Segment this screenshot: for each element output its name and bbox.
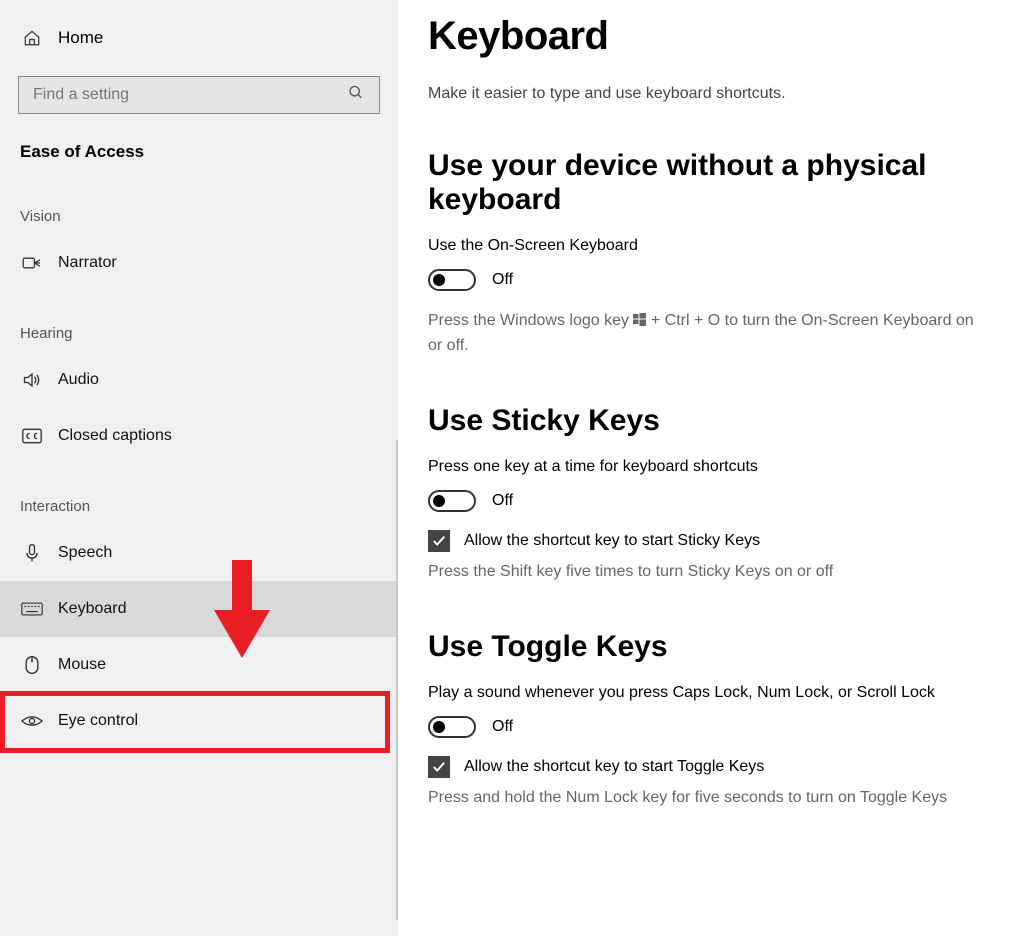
section-heading-sticky: Use Sticky Keys xyxy=(428,404,986,438)
osk-label: Use the On-Screen Keyboard xyxy=(428,237,986,255)
toggle-keys-toggle-state: Off xyxy=(492,718,513,736)
toggle-keys-check-label: Allow the shortcut key to start Toggle K… xyxy=(464,758,764,776)
sidebar-item-label: Speech xyxy=(58,544,112,562)
sticky-hint: Press the Shift key five times to turn S… xyxy=(428,560,978,584)
settings-main: Keyboard Make it easier to type and use … xyxy=(398,0,1016,936)
category-title: Ease of Access xyxy=(0,132,398,174)
sidebar-item-eye-control[interactable]: Eye control xyxy=(0,693,398,749)
search-input[interactable] xyxy=(18,76,380,114)
sidebar-item-mouse[interactable]: Mouse xyxy=(0,637,398,693)
section-heading-osk: Use your device without a physical keybo… xyxy=(428,149,986,217)
home-icon xyxy=(20,29,44,47)
toggle-keys-toggle[interactable] xyxy=(428,716,476,738)
section-osk: Use your device without a physical keybo… xyxy=(428,149,986,358)
nav-home[interactable]: Home xyxy=(0,18,398,58)
sticky-toggle-state: Off xyxy=(492,492,513,510)
sidebar-item-label: Narrator xyxy=(58,254,117,272)
audio-icon xyxy=(20,371,44,389)
mouse-icon xyxy=(20,655,44,675)
nav-home-label: Home xyxy=(58,28,103,48)
page-lead: Make it easier to type and use keyboard … xyxy=(428,85,986,103)
osk-toggle[interactable] xyxy=(428,269,476,291)
sidebar-item-label: Closed captions xyxy=(58,427,172,445)
section-toggle-keys: Use Toggle Keys Play a sound whenever yo… xyxy=(428,630,986,810)
settings-sidebar: Home Ease of Access Vision Narrator Hear… xyxy=(0,0,398,936)
sidebar-item-audio[interactable]: Audio xyxy=(0,352,398,408)
narrator-icon xyxy=(20,255,44,271)
windows-key-icon xyxy=(633,310,646,334)
sidebar-item-keyboard[interactable]: Keyboard xyxy=(0,581,398,637)
speech-icon xyxy=(20,543,44,563)
sidebar-item-speech[interactable]: Speech xyxy=(0,525,398,581)
sidebar-item-narrator[interactable]: Narrator xyxy=(0,235,398,291)
sticky-check-label: Allow the shortcut key to start Sticky K… xyxy=(464,532,760,550)
sticky-label: Press one key at a time for keyboard sho… xyxy=(428,458,986,476)
section-heading-toggle-keys: Use Toggle Keys xyxy=(428,630,986,664)
sticky-toggle[interactable] xyxy=(428,490,476,512)
closed-captions-icon xyxy=(20,428,44,444)
osk-hint: Press the Windows logo key + Ctrl + O to… xyxy=(428,309,978,358)
page-title: Keyboard xyxy=(428,14,986,59)
scrollbar-track[interactable] xyxy=(396,440,398,920)
osk-toggle-state: Off xyxy=(492,271,513,289)
sticky-shortcut-checkbox[interactable] xyxy=(428,530,450,552)
group-heading-interaction: Interaction xyxy=(0,464,398,525)
toggle-keys-shortcut-checkbox[interactable] xyxy=(428,756,450,778)
toggle-keys-hint: Press and hold the Num Lock key for five… xyxy=(428,786,978,810)
group-heading-vision: Vision xyxy=(0,174,398,235)
sidebar-item-label: Mouse xyxy=(58,656,106,674)
eye-control-icon xyxy=(20,714,44,728)
sidebar-item-label: Audio xyxy=(58,371,99,389)
section-sticky: Use Sticky Keys Press one key at a time … xyxy=(428,404,986,584)
search-container xyxy=(0,76,398,114)
sidebar-item-label: Keyboard xyxy=(58,600,127,618)
group-heading-hearing: Hearing xyxy=(0,291,398,352)
keyboard-icon xyxy=(20,602,44,616)
sidebar-item-label: Eye control xyxy=(58,712,138,730)
toggle-keys-label: Play a sound whenever you press Caps Loc… xyxy=(428,684,986,702)
sidebar-item-closed-captions[interactable]: Closed captions xyxy=(0,408,398,464)
